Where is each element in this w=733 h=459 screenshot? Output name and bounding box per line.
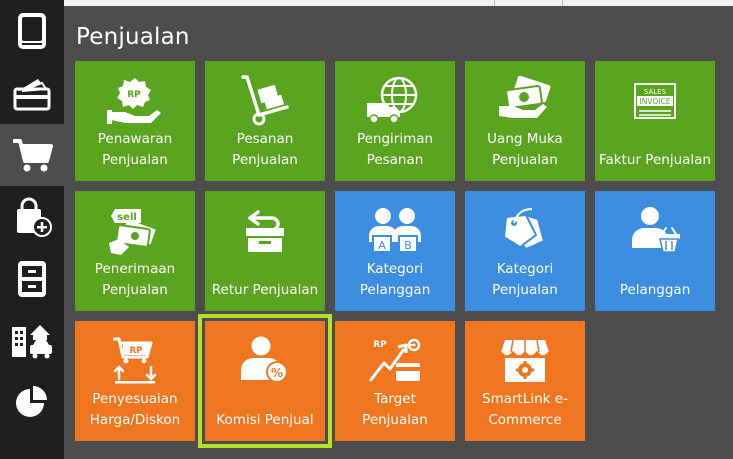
- store-gear-icon: [500, 339, 550, 382]
- tile-penawaran-penjualan[interactable]: RP Penawaran Penjualan: [75, 61, 195, 181]
- sidebar-item-sales[interactable]: [0, 124, 64, 186]
- tile-label: Pesanan Penjualan: [232, 131, 298, 168]
- tile-label: Penyesuaian Harga/Diskon: [89, 391, 181, 428]
- tile-penyesuaian-harga-diskon[interactable]: RP Penyesuaian Harga/Diskon: [75, 321, 195, 441]
- icon-text: A: [378, 239, 386, 252]
- tile-kategori-pelanggan[interactable]: A B Kategori Pelanggan: [335, 191, 455, 311]
- tile-target-penjualan[interactable]: RP Target Penjualan: [335, 321, 455, 441]
- tile-label: Faktur Penjualan: [599, 152, 711, 168]
- tile-pengiriman-pesanan[interactable]: Pengiriman Pesanan: [335, 61, 455, 181]
- pie-chart-icon: [16, 386, 47, 417]
- tile-komisi-penjual[interactable]: % Komisi Penjual: [198, 314, 332, 448]
- tile-label: Pengiriman Pesanan: [356, 131, 434, 168]
- icon-text: SALES: [644, 88, 667, 96]
- person-percent-icon: %: [241, 336, 288, 383]
- page-title: Penjualan: [76, 24, 190, 50]
- book-icon: [18, 13, 46, 49]
- tile-label: Kategori Penjualan: [492, 261, 558, 298]
- customer-category-icon: A B: [369, 208, 421, 253]
- sidebar-item-assets[interactable]: [0, 310, 64, 372]
- tile-faktur-penjualan[interactable]: SALES INVOICE Faktur Penjualan: [595, 61, 715, 181]
- tile-label: Retur Penjualan: [211, 282, 319, 298]
- icon-text: RP: [130, 346, 143, 356]
- cabinet-icon: [18, 261, 46, 297]
- tile-label: Penawaran Penjualan: [97, 131, 173, 168]
- sales-invoice-icon: SALES INVOICE: [634, 83, 676, 119]
- sidebar: [0, 0, 64, 459]
- sidebar-item-book[interactable]: [0, 0, 64, 62]
- icon-text: RP: [373, 340, 387, 350]
- svg-text:RP: RP: [127, 90, 141, 100]
- icon-text: B: [404, 239, 412, 252]
- tile-smartlink-ecommerce[interactable]: SmartLink e- Commerce: [465, 321, 585, 441]
- globe-truck-icon: [367, 76, 418, 124]
- sidebar-item-purchase[interactable]: [0, 186, 64, 248]
- background-hint-text: 100: [158, 0, 177, 3]
- rp-badge-hand-icon: RP: [107, 78, 161, 124]
- return-box-icon: [246, 210, 284, 252]
- tile-pesanan-penjualan[interactable]: Pesanan Penjualan: [205, 61, 325, 181]
- tile-label: Penerimaan Penjualan: [94, 261, 176, 298]
- sell-money-icon: sell: [109, 209, 158, 255]
- tile-label: Target Penjualan: [362, 391, 428, 428]
- svg-text:%: %: [271, 366, 283, 380]
- tile-pelanggan[interactable]: Pelanggan: [595, 191, 715, 311]
- building-car-icon: [12, 325, 52, 359]
- money-stack-icon: [499, 76, 551, 118]
- tile-kategori-penjualan[interactable]: Kategori Penjualan: [465, 191, 585, 311]
- shopping-cart-icon: [13, 139, 53, 172]
- tile-retur-penjualan[interactable]: Retur Penjualan: [205, 191, 325, 311]
- tile-uang-muka-penjualan[interactable]: Uang Muka Penjualan: [465, 61, 585, 181]
- wallet-cards-icon: [13, 79, 51, 111]
- icon-text: INVOICE: [640, 97, 671, 106]
- shopping-bag-add-icon: [17, 197, 52, 237]
- customer-basket-icon: [632, 207, 680, 253]
- tile-label: Kategori Pelanggan: [359, 261, 431, 298]
- price-tags-icon: [502, 208, 546, 251]
- sales-menu-panel: Penjualan RP Penawaran Penjualan Pesanan…: [64, 6, 733, 459]
- tile-label: SmartLink e- Commerce: [482, 391, 568, 428]
- icon-text: sell: [117, 212, 137, 223]
- tile-label: Uang Muka Penjualan: [487, 131, 563, 168]
- sales-target-icon: RP: [368, 338, 421, 382]
- tile-label: Komisi Penjual: [216, 412, 314, 428]
- sidebar-item-finance[interactable]: [0, 62, 64, 124]
- tile-label: Pelanggan: [619, 282, 691, 298]
- sidebar-item-inventory[interactable]: [0, 248, 64, 310]
- hand-truck-icon: [241, 75, 289, 126]
- sidebar-item-reports[interactable]: [0, 372, 64, 434]
- price-adjust-icon: RP: [113, 337, 157, 384]
- tile-penerimaan-penjualan[interactable]: sell Penerimaan Penjualan: [75, 191, 195, 311]
